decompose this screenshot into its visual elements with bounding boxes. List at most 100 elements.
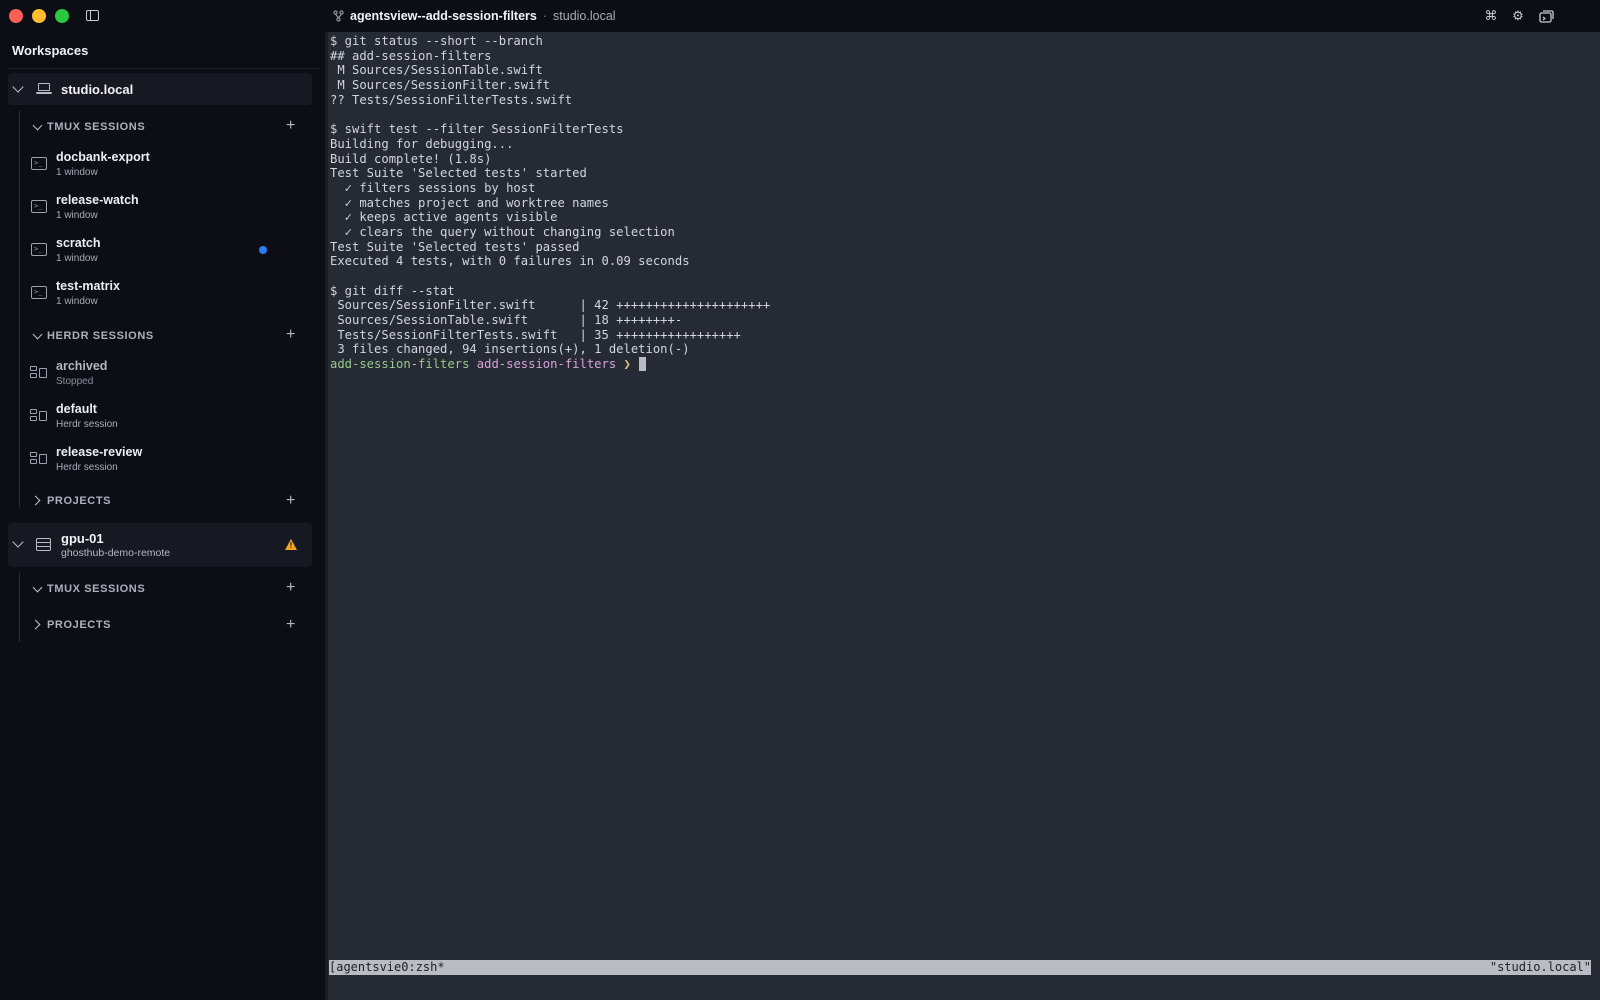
terminal-line: Build complete! (1.8s): [330, 151, 492, 166]
command-icon[interactable]: ⌘: [1482, 8, 1500, 24]
session-windows: 1 window: [56, 210, 98, 221]
workspaces-sidebar: Workspaces studio.local TMUX SESSIONS + …: [0, 32, 320, 1000]
settings-icon[interactable]: ⚙: [1509, 8, 1527, 24]
session-windows: 1 window: [56, 296, 98, 307]
window-title-host: studio.local: [553, 9, 616, 23]
add-tmux-session-button[interactable]: +: [286, 580, 295, 596]
terminal-line: $ swift test --filter SessionFilterTests: [330, 122, 624, 137]
terminal-line: ✓ matches project and worktree names: [330, 195, 609, 210]
herdr-panes-icon: [30, 409, 48, 423]
sidebar-toggle-icon[interactable]: [86, 10, 99, 21]
server-icon: [36, 538, 51, 551]
activity-dot: [259, 246, 267, 254]
tree-guide: [19, 110, 20, 508]
terminal-line: Sources/SessionTable.swift | 18 ++++++++…: [330, 313, 683, 328]
section-projects[interactable]: PROJECTS: [47, 495, 111, 507]
prompt-branch: add-session-filters: [476, 357, 617, 372]
session-name: default: [56, 402, 97, 416]
tmux-status-right: "studio.local": [1489, 960, 1591, 974]
section-tmux-sessions[interactable]: TMUX SESSIONS: [47, 121, 145, 133]
terminal-line: ## add-session-filters: [330, 48, 492, 63]
terminal-icon: >_: [31, 286, 47, 299]
terminal-pane[interactable]: $ git status --short --branch ## add-sess…: [328, 32, 1600, 1000]
terminal-line: M Sources/SessionFilter.swift: [330, 78, 551, 93]
window-title-text: agentsview--add-session-filters: [350, 9, 537, 23]
terminal-line: Building for debugging...: [330, 136, 514, 151]
section-herdr-sessions[interactable]: HERDR SESSIONS: [47, 330, 154, 342]
session-name: release-review: [56, 445, 143, 459]
workspace-studio-local[interactable]: studio.local: [8, 73, 312, 105]
terminal-icon: >_: [31, 157, 47, 170]
shell-prompt[interactable]: add-session-filters add-session-filters …: [330, 357, 770, 372]
terminal-line: Sources/SessionFilter.swift | 42 +++++++…: [330, 298, 771, 313]
terminal-line: ?? Tests/SessionFilterTests.swift: [330, 92, 573, 107]
sidebar-title: Workspaces: [12, 43, 89, 58]
tree-guide: [19, 572, 20, 642]
session-status: Stopped: [56, 376, 94, 387]
chevron-down-icon[interactable]: [12, 536, 24, 548]
session-windows: 1 window: [56, 167, 98, 178]
session-name: test-matrix: [56, 279, 120, 293]
session-name: release-watch: [56, 193, 139, 207]
terminal-icon: >_: [31, 200, 47, 213]
prompt-symbol: ❯: [623, 357, 631, 372]
tmux-status-bar: [agentsvie0:zsh* "studio.local": [329, 960, 1591, 975]
section-projects[interactable]: PROJECTS: [47, 619, 111, 631]
minimize-window-button[interactable]: [32, 9, 46, 23]
maximize-window-button[interactable]: [55, 9, 69, 23]
divider: [8, 68, 320, 69]
terminal-output: $ git status --short --branch ## add-sess…: [330, 34, 770, 372]
add-herdr-session-button[interactable]: +: [286, 327, 295, 343]
branch-icon: [333, 10, 344, 22]
title-separator: ·: [542, 9, 548, 23]
herdr-panes-icon: [30, 452, 48, 466]
terminal-line: Executed 4 tests, with 0 failures in 0.0…: [330, 254, 690, 269]
chevron-down-icon[interactable]: [32, 582, 43, 593]
terminal-line: $ git status --short --branch: [330, 34, 543, 48]
terminal-line: Test Suite 'Selected tests' passed: [330, 239, 580, 254]
terminal-icon: >_: [31, 243, 47, 256]
chevron-right-icon[interactable]: [30, 495, 41, 506]
terminal-line: Test Suite 'Selected tests' started: [330, 166, 587, 181]
prompt-directory: add-session-filters: [330, 357, 470, 372]
laptop-icon: [36, 83, 52, 95]
terminal-line: ✓ filters sessions by host: [330, 180, 536, 195]
title-bar: agentsview--add-session-filters · studio…: [0, 0, 1600, 32]
close-window-button[interactable]: [9, 9, 23, 23]
window-title: agentsview--add-session-filters · studio…: [333, 9, 616, 23]
new-window-icon[interactable]: [1537, 8, 1555, 24]
warning-icon[interactable]: !: [285, 539, 297, 550]
add-project-button[interactable]: +: [286, 493, 295, 509]
chevron-down-icon[interactable]: [12, 81, 24, 93]
terminal-line: $ git diff --stat: [330, 283, 455, 298]
terminal-line: ✓ keeps active agents visible: [330, 210, 558, 225]
terminal-line: M Sources/SessionTable.swift: [330, 63, 543, 78]
chevron-down-icon[interactable]: [32, 329, 43, 340]
text-cursor: [639, 357, 647, 372]
workspace-subtitle: ghosthub-demo-remote: [61, 547, 171, 559]
workspace-name: studio.local: [61, 82, 134, 97]
terminal-line: Tests/SessionFilterTests.swift | 35 ++++…: [330, 327, 741, 342]
terminal-line: 3 files changed, 94 insertions(+), 1 del…: [330, 342, 690, 357]
chevron-right-icon[interactable]: [30, 619, 41, 630]
session-name: scratch: [56, 236, 101, 250]
section-tmux-sessions[interactable]: TMUX SESSIONS: [47, 583, 145, 595]
add-tmux-session-button[interactable]: +: [286, 118, 295, 134]
session-status: Herdr session: [56, 462, 118, 473]
workspace-name: gpu-01: [61, 531, 104, 546]
chevron-down-icon[interactable]: [32, 120, 43, 131]
add-project-button[interactable]: +: [286, 617, 295, 633]
workspace-gpu-01[interactable]: gpu-01 ghosthub-demo-remote !: [8, 523, 312, 567]
session-status: Herdr session: [56, 419, 118, 430]
session-windows: 1 window: [56, 253, 98, 264]
session-name: docbank-export: [56, 150, 150, 164]
session-name: archived: [56, 359, 108, 373]
terminal-line: ✓ clears the query without changing sele…: [330, 224, 675, 239]
tmux-status-left: [agentsvie0:zsh*: [329, 960, 445, 974]
herdr-panes-icon: [30, 366, 48, 380]
